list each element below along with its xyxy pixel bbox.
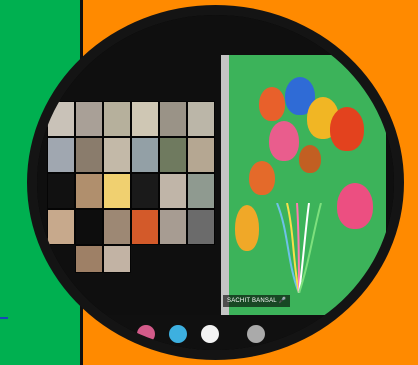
participant-tile[interactable]	[159, 173, 187, 209]
participant-gallery	[47, 101, 227, 281]
bottom-participant-strip	[97, 315, 394, 350]
balloon	[249, 161, 275, 195]
presenter-name: SACHIT BANSAL	[227, 298, 277, 304]
meeting-screen: SACHIT BANSAL 🎤	[37, 15, 394, 350]
participant-tile[interactable]	[47, 101, 75, 137]
balloon	[299, 145, 321, 173]
balloon-strings	[276, 203, 322, 293]
participant-tile[interactable]	[131, 137, 159, 173]
balloon	[337, 183, 373, 229]
participant-tile[interactable]	[159, 137, 187, 173]
balloon	[259, 87, 285, 121]
participant-tile[interactable]	[75, 173, 103, 209]
presenter-name-tag: SACHIT BANSAL 🎤	[223, 295, 291, 307]
participant-tile[interactable]	[131, 101, 159, 137]
avatar[interactable]	[247, 325, 265, 343]
shared-screen-edge	[221, 55, 229, 315]
participant-tile[interactable]	[75, 101, 103, 137]
participant-tile[interactable]	[103, 101, 131, 137]
participant-tile[interactable]	[187, 101, 215, 137]
participant-tile[interactable]	[103, 137, 131, 173]
participant-tile[interactable]	[187, 137, 215, 173]
avatar[interactable]	[137, 325, 155, 343]
balloon	[269, 121, 299, 161]
participant-tile[interactable]	[103, 209, 131, 245]
participant-tile[interactable]	[131, 173, 159, 209]
video-call-frame: SACHIT BANSAL 🎤	[27, 5, 404, 360]
participant-tile[interactable]	[47, 173, 75, 209]
participant-tile[interactable]	[103, 245, 131, 273]
participant-tile[interactable]	[75, 137, 103, 173]
balloon	[235, 205, 259, 251]
participant-tile[interactable]	[187, 209, 215, 245]
participant-tile[interactable]	[47, 137, 75, 173]
participant-tile[interactable]	[47, 209, 75, 245]
accent-dash	[0, 317, 8, 319]
avatar[interactable]	[201, 325, 219, 343]
participant-tile[interactable]	[159, 209, 187, 245]
avatar[interactable]	[169, 325, 187, 343]
participant-tile[interactable]	[75, 245, 103, 273]
participant-tile[interactable]	[187, 173, 215, 209]
mic-icon: 🎤	[278, 298, 287, 304]
participant-tile[interactable]	[103, 173, 131, 209]
participant-tile[interactable]	[159, 101, 187, 137]
participant-tile[interactable]	[75, 209, 103, 245]
participant-tile[interactable]	[131, 209, 159, 245]
avatar[interactable]	[307, 325, 325, 343]
balloon	[330, 107, 364, 151]
